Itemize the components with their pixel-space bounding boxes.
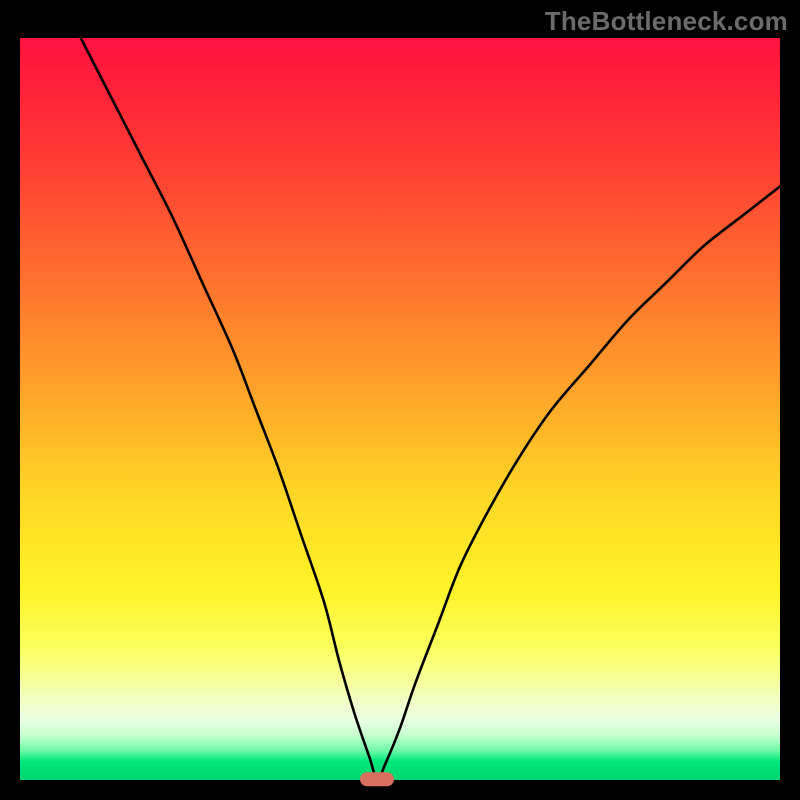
curve-path — [81, 38, 780, 780]
minimum-marker — [360, 772, 394, 786]
bottleneck-curve — [20, 38, 780, 780]
watermark-text: TheBottleneck.com — [545, 6, 788, 37]
